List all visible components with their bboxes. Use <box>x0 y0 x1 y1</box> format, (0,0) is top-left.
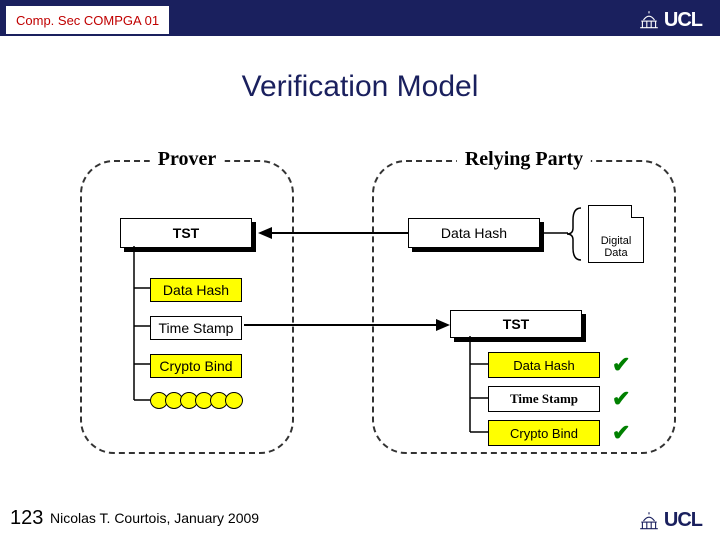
prover-data-hash-box: Data Hash <box>150 278 242 302</box>
check-row-data-hash: Data Hash ✔ <box>488 352 630 378</box>
relying-tst-box: TST <box>450 310 582 338</box>
prover-tst-box: TST <box>120 218 252 248</box>
check-box-data-hash: Data Hash <box>488 352 600 378</box>
page-number: 123 <box>10 507 43 530</box>
digital-data-doc-label: Digital Data <box>601 235 632 259</box>
relying-data-hash-box: Data Hash <box>408 218 540 248</box>
prover-group: Prover <box>80 160 294 454</box>
relying-label: Relying Party <box>457 148 591 171</box>
prover-crypto-bind-box: Crypto Bind <box>150 354 242 378</box>
prover-time-stamp-box: Time Stamp <box>150 316 242 340</box>
footer-logo-text: UCL <box>664 509 702 532</box>
slide-title: Verification Model <box>0 70 720 104</box>
check-mark-icon: ✔ <box>612 386 630 412</box>
arrow-datahash-to-tst <box>258 224 408 242</box>
prover-label: Prover <box>150 148 225 171</box>
arrow-timestamp-to-tst <box>244 316 450 334</box>
footer-logo: UCL <box>638 509 702 532</box>
course-code: Comp. Sec COMPGA 01 <box>6 6 169 34</box>
relying-connectors <box>458 336 498 436</box>
check-row-crypto-bind: Crypto Bind ✔ <box>488 420 630 446</box>
author-line: Nicolas T. Courtois, January 2009 <box>50 510 259 526</box>
header-logo-text: UCL <box>664 9 702 32</box>
ucl-dome-icon <box>638 512 660 530</box>
bracket-icon <box>565 204 585 264</box>
check-row-time-stamp: Time Stamp ✔ <box>488 386 630 412</box>
check-box-time-stamp: Time Stamp <box>488 386 600 412</box>
check-box-crypto-bind: Crypto Bind <box>488 420 600 446</box>
ucl-dome-icon <box>638 11 660 29</box>
check-mark-icon: ✔ <box>612 420 630 446</box>
check-mark-icon: ✔ <box>612 352 630 378</box>
bracket-to-hash-line <box>540 228 568 238</box>
digital-data-doc: Digital Data <box>588 205 644 263</box>
prover-connectors <box>120 246 160 416</box>
prover-state-circles <box>150 392 240 409</box>
header-logo: UCL <box>638 6 702 34</box>
